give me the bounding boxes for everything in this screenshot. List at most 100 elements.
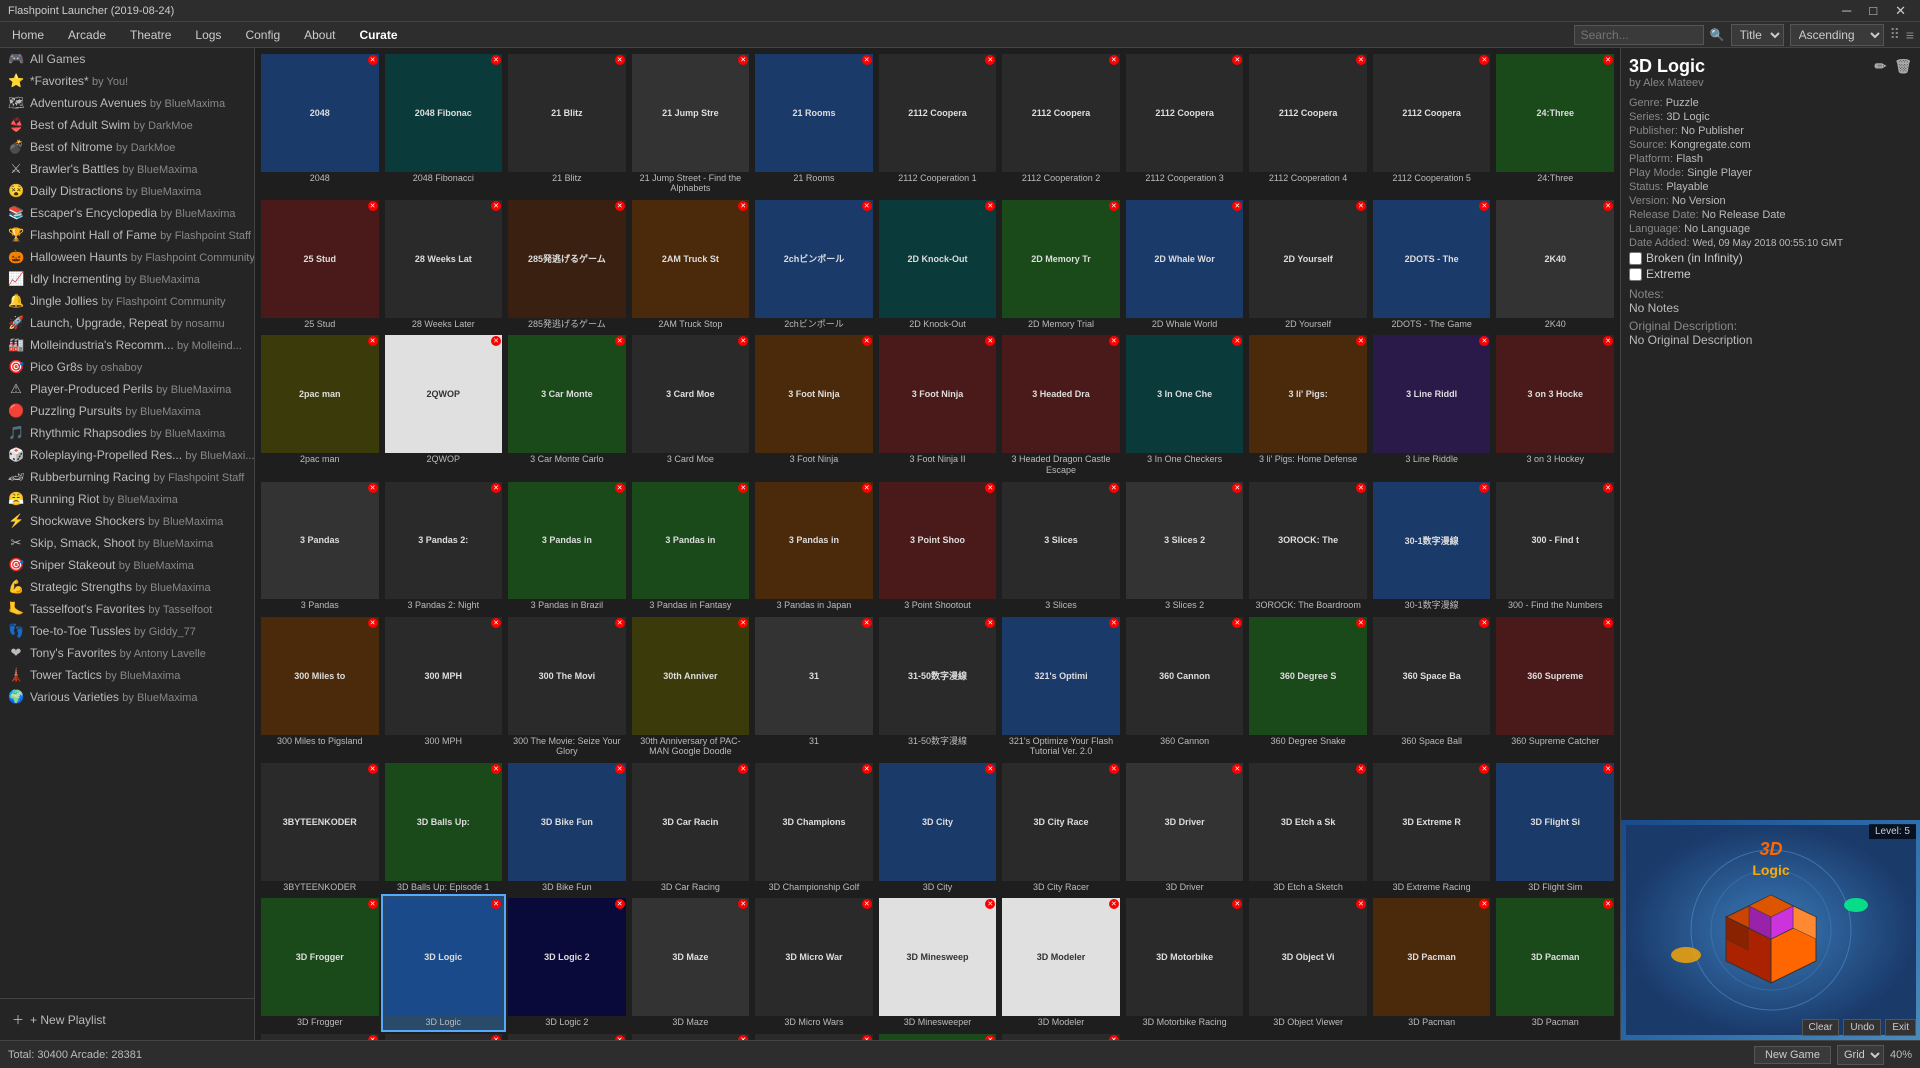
edit-icon[interactable]: ✏ <box>1874 58 1886 75</box>
game-tile[interactable]: 3D Pong 4 U ✕ 3D Pong 4 U <box>259 1032 381 1040</box>
remove-badge[interactable]: ✕ <box>615 618 625 628</box>
menu-logs[interactable]: Logs <box>189 26 227 44</box>
sidebar-item-tasselfoot[interactable]: 🦶 Tasselfoot's Favorites by Tasselfoot <box>0 598 254 620</box>
game-tile[interactable]: 3 Foot Ninja ✕ 3 Foot Ninja II <box>877 333 999 477</box>
game-tile[interactable]: 21 Jump Stre ✕ 21 Jump Street - Find the… <box>630 52 752 196</box>
game-tile[interactable]: 3D City ✕ 3D City <box>877 761 999 894</box>
maximize-button[interactable]: □ <box>1863 3 1883 19</box>
game-tile[interactable]: 3D Pong Z ✕ 3D Pong Z <box>383 1032 505 1040</box>
game-tile[interactable]: 3OROCK: The ✕ 3OROCK: The Boardroom <box>1247 480 1369 613</box>
game-tile[interactable]: 3 Pandas ✕ 3 Pandas <box>259 480 381 613</box>
remove-badge[interactable]: ✕ <box>1232 483 1242 493</box>
sidebar-item-sniper[interactable]: 🎯 Sniper Stakeout by BlueMaxima <box>0 554 254 576</box>
broken-checkbox[interactable] <box>1629 252 1642 265</box>
game-tile[interactable]: 3D Motorbike ✕ 3D Motorbike Racing <box>1124 896 1246 1029</box>
sidebar-item-adventurous-avenues[interactable]: 🗺 Adventurous Avenues by BlueMaxima <box>0 92 254 114</box>
remove-badge[interactable]: ✕ <box>368 483 378 493</box>
minimize-button[interactable]: ─ <box>1836 3 1857 19</box>
remove-badge[interactable]: ✕ <box>368 618 378 628</box>
sidebar-item-launch[interactable]: 🚀 Launch, Upgrade, Repeat by nosamu <box>0 312 254 334</box>
remove-badge[interactable]: ✕ <box>862 618 872 628</box>
game-tile[interactable]: 3 Slices 2 ✕ 3 Slices 2 <box>1124 480 1246 613</box>
game-tile[interactable]: 3D Etch a Sk ✕ 3D Etch a Sketch <box>1247 761 1369 894</box>
search-input[interactable] <box>1574 25 1704 45</box>
game-tile[interactable]: 3 Line Riddl ✕ 3 Line Riddle <box>1371 333 1493 477</box>
sidebar-item-hall-of-fame[interactable]: 🏆 Flashpoint Hall of Fame by Flashpoint … <box>0 224 254 246</box>
sidebar-item-strategic[interactable]: 💪 Strategic Strengths by BlueMaxima <box>0 576 254 598</box>
game-tile[interactable]: 2048 Fibonac ✕ 2048 Fibonacci <box>383 52 505 196</box>
sidebar-item-shockwave[interactable]: ⚡ Shockwave Shockers by BlueMaxima <box>0 510 254 532</box>
search-icon[interactable]: 🔍 <box>1710 28 1725 42</box>
remove-badge[interactable]: ✕ <box>1356 618 1366 628</box>
game-tile[interactable]: 300 The Movi ✕ 300 The Movie: Seize Your… <box>506 615 628 759</box>
remove-badge[interactable]: ✕ <box>615 201 625 211</box>
game-tile[interactable]: 3D Racing Cr ✕ 3D Racing Craze <box>630 1032 752 1040</box>
extreme-checkbox[interactable] <box>1629 268 1642 281</box>
remove-badge[interactable]: ✕ <box>491 618 501 628</box>
remove-badge[interactable]: ✕ <box>985 483 995 493</box>
menu-curate[interactable]: Curate <box>353 26 403 44</box>
game-tile[interactable]: 3 li' Pigs: ✕ 3 li' Pigs: Home Defense <box>1247 333 1369 477</box>
game-tile[interactable]: 2048 ✕ 2048 <box>259 52 381 196</box>
remove-badge[interactable]: ✕ <box>1109 55 1119 65</box>
game-tile[interactable]: 3D Minesweep ✕ 3D Minesweeper <box>877 896 999 1029</box>
remove-badge[interactable]: ✕ <box>615 764 625 774</box>
game-tile[interactable]: 3D Modeler ✕ 3D Modeler <box>1000 896 1122 1029</box>
new-playlist-button[interactable]: ＋ + New Playlist <box>8 1007 246 1032</box>
delete-icon[interactable]: 🗑 <box>1894 58 1912 75</box>
game-tile[interactable]: 360 Space Ba ✕ 360 Space Ball <box>1371 615 1493 759</box>
game-tile[interactable]: 285発逃げるゲーム ✕ 285発逃げるゲーム <box>506 198 628 331</box>
remove-badge[interactable]: ✕ <box>1109 483 1119 493</box>
game-tile[interactable]: 3D Car Racin ✕ 3D Car Racing <box>630 761 752 894</box>
game-tile[interactable]: 3D Bike Fun ✕ 3D Bike Fun <box>506 761 628 894</box>
game-tile[interactable]: 3 Card Moe ✕ 3 Card Moe <box>630 333 752 477</box>
bars-icon[interactable]: ≡ <box>1906 27 1914 43</box>
remove-badge[interactable]: ✕ <box>615 1035 625 1040</box>
sidebar-item-tower[interactable]: 🗼 Tower Tactics by BlueMaxima <box>0 664 254 686</box>
menu-about[interactable]: About <box>298 26 341 44</box>
remove-badge[interactable]: ✕ <box>491 483 501 493</box>
game-tile[interactable]: 3 Point Shoo ✕ 3 Point Shootout <box>877 480 999 613</box>
menu-home[interactable]: Home <box>6 26 50 44</box>
sidebar-item-all-games[interactable]: 🎮 All Games <box>0 48 254 70</box>
menu-theatre[interactable]: Theatre <box>124 26 177 44</box>
game-tile[interactable]: 2D Memory Tr ✕ 2D Memory Trial <box>1000 198 1122 331</box>
game-tile[interactable]: 2K40 ✕ 2K40 <box>1494 198 1616 331</box>
sidebar-item-rubberburning[interactable]: 🏎 Rubberburning Racing by Flashpoint Sta… <box>0 466 254 488</box>
remove-badge[interactable]: ✕ <box>1603 618 1613 628</box>
game-tile[interactable]: 30th Anniver ✕ 30th Anniversary of PAC-M… <box>630 615 752 759</box>
close-button[interactable]: ✕ <box>1889 3 1912 19</box>
remove-badge[interactable]: ✕ <box>862 1035 872 1040</box>
game-tile[interactable]: 3D Pacman ✕ 3D Pacman <box>1494 896 1616 1029</box>
game-tile[interactable]: 3D Driver ✕ 3D Driver <box>1124 761 1246 894</box>
sidebar-item-molleindustria[interactable]: 🏭 Molleindustria's Recomm... by Molleind… <box>0 334 254 356</box>
undo-button[interactable]: Undo <box>1843 1019 1881 1036</box>
menu-config[interactable]: Config <box>239 26 286 44</box>
game-tile[interactable]: 2112 Coopera ✕ 2112 Cooperation 1 <box>877 52 999 196</box>
game-tile[interactable]: 31-50数字漫線 ✕ 31-50数字漫線 <box>877 615 999 759</box>
sidebar-item-rhythmic[interactable]: 🎵 Rhythmic Rhapsodies by BlueMaxima <box>0 422 254 444</box>
sidebar-item-running-riot[interactable]: 😤 Running Riot by BlueMaxima <box>0 488 254 510</box>
game-tile[interactable]: 2pac man ✕ 2pac man <box>259 333 381 477</box>
game-tile[interactable]: 3D Balls Up: ✕ 3D Balls Up: Episode 1 <box>383 761 505 894</box>
remove-badge[interactable]: ✕ <box>1109 764 1119 774</box>
order-sort-select[interactable]: Ascending Descending <box>1790 24 1884 46</box>
sidebar-item-player-perils[interactable]: ⚠ Player-Produced Perils by BlueMaxima <box>0 378 254 400</box>
remove-badge[interactable]: ✕ <box>368 201 378 211</box>
view-select[interactable]: Grid List <box>1837 1045 1884 1065</box>
remove-badge[interactable]: ✕ <box>862 483 872 493</box>
remove-badge[interactable]: ✕ <box>862 55 872 65</box>
game-tile[interactable]: 24:Three ✕ 24:Three <box>1494 52 1616 196</box>
game-tile[interactable]: 3D Frogger ✕ 3D Frogger <box>259 896 381 1029</box>
game-tile[interactable]: 28 Weeks Lat ✕ 28 Weeks Later <box>383 198 505 331</box>
game-tile[interactable]: 360 Supreme ✕ 360 Supreme Catcher <box>1494 615 1616 759</box>
game-tile[interactable]: 2112 Coopera ✕ 2112 Cooperation 5 <box>1371 52 1493 196</box>
sidebar-item-skip[interactable]: ✂ Skip, Smack, Shoot by BlueMaxima <box>0 532 254 554</box>
remove-badge[interactable]: ✕ <box>1356 483 1366 493</box>
game-tile[interactable]: 3D Object Vi ✕ 3D Object Viewer <box>1247 896 1369 1029</box>
game-tile[interactable]: 3 Pandas in ✕ 3 Pandas in Japan <box>753 480 875 613</box>
sidebar-item-escaper[interactable]: 📚 Escaper's Encyclopedia by BlueMaxima <box>0 202 254 224</box>
game-tile[interactable]: 3D Champions ✕ 3D Championship Golf <box>753 761 875 894</box>
remove-badge[interactable]: ✕ <box>368 764 378 774</box>
game-tile[interactable]: 3 Slices ✕ 3 Slices <box>1000 480 1122 613</box>
